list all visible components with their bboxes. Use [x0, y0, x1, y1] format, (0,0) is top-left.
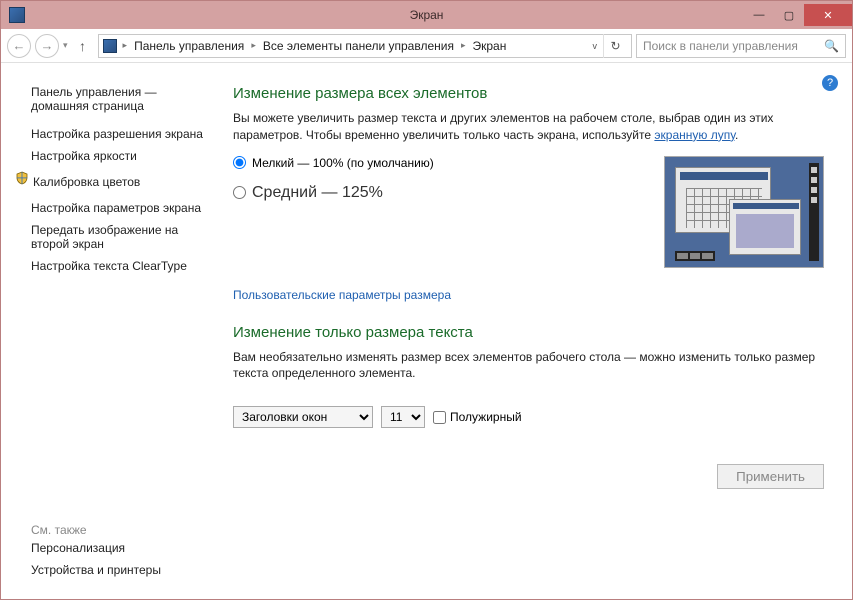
breadcrumb-1[interactable]: Панель управления	[131, 39, 247, 53]
address-row: ← → ▾ ↑ ▸ Панель управления ▸ Все элемен…	[1, 29, 852, 63]
sidebar-item-resolution[interactable]: Настройка разрешения экрана	[11, 123, 221, 145]
window-title: Экран	[410, 8, 444, 22]
search-icon: 🔍	[824, 39, 839, 53]
heading-text-only: Изменение только размера текста	[233, 324, 824, 341]
recent-dropdown-icon[interactable]: ▾	[63, 40, 68, 51]
see-also-devices[interactable]: Устройства и принтеры	[11, 559, 221, 581]
sidebar-item-calibration[interactable]: Калибровка цветов	[33, 171, 148, 193]
description-1: Вы можете увеличить размер текста и друг…	[233, 110, 824, 144]
minimize-button[interactable]: —	[744, 4, 774, 26]
breadcrumb-3[interactable]: Экран	[470, 39, 510, 53]
sidebar-home[interactable]: Панель управления — домашняя страница	[11, 81, 221, 117]
maximize-button[interactable]: ▢	[774, 4, 804, 26]
sidebar-item-brightness[interactable]: Настройка яркости	[11, 145, 221, 167]
back-button[interactable]: ←	[7, 34, 31, 58]
radio-medium-input[interactable]	[233, 186, 246, 199]
breadcrumb-sep: ▸	[249, 40, 258, 51]
refresh-button[interactable]: ↻	[603, 34, 627, 58]
sidebar-item-display-settings[interactable]: Настройка параметров экрана	[11, 197, 221, 219]
heading-resize-all: Изменение размера всех элементов	[233, 85, 824, 102]
sidebar: Панель управления — домашняя страница На…	[1, 63, 221, 599]
breadcrumb-2[interactable]: Все элементы панели управления	[260, 39, 457, 53]
apply-button[interactable]: Применить	[717, 464, 824, 489]
up-button[interactable]: ↑	[72, 35, 94, 57]
close-button[interactable]: ✕	[804, 4, 852, 26]
sidebar-item-cleartype[interactable]: Настройка текста ClearType	[11, 255, 221, 277]
bold-checkbox[interactable]	[433, 411, 446, 424]
preview-image	[664, 156, 824, 268]
see-also-label: См. также	[11, 509, 221, 537]
shield-icon	[15, 171, 29, 185]
address-bar[interactable]: ▸ Панель управления ▸ Все элементы панел…	[98, 34, 632, 58]
address-dropdown-icon[interactable]: v	[589, 41, 602, 51]
breadcrumb-sep: ▸	[121, 40, 130, 51]
element-select[interactable]: Заголовки окон	[233, 406, 373, 428]
main-content: Изменение размера всех элементов Вы може…	[221, 63, 852, 599]
radio-small[interactable]: Мелкий — 100% (по умолчанию)	[233, 156, 646, 170]
description-2: Вам необязательно изменять размер всех э…	[233, 349, 824, 383]
size-select[interactable]: 11	[381, 406, 425, 428]
bold-checkbox-label[interactable]: Полужирный	[433, 410, 522, 424]
magnifier-link[interactable]: экранную лупу	[654, 128, 735, 142]
custom-size-link[interactable]: Пользовательские параметры размера	[233, 288, 824, 302]
sidebar-item-project[interactable]: Передать изображение на второй экран	[11, 219, 221, 255]
radio-small-input[interactable]	[233, 156, 246, 169]
see-also-personalization[interactable]: Персонализация	[11, 537, 221, 559]
app-icon	[9, 7, 25, 23]
forward-button[interactable]: →	[35, 34, 59, 58]
location-icon	[103, 39, 117, 53]
breadcrumb-sep: ▸	[459, 40, 468, 51]
search-input[interactable]: Поиск в панели управления 🔍	[636, 34, 846, 58]
help-icon[interactable]: ?	[822, 75, 838, 91]
radio-medium[interactable]: Средний — 125%	[233, 184, 646, 202]
titlebar[interactable]: Экран — ▢ ✕	[1, 1, 852, 29]
search-placeholder: Поиск в панели управления	[643, 39, 798, 53]
